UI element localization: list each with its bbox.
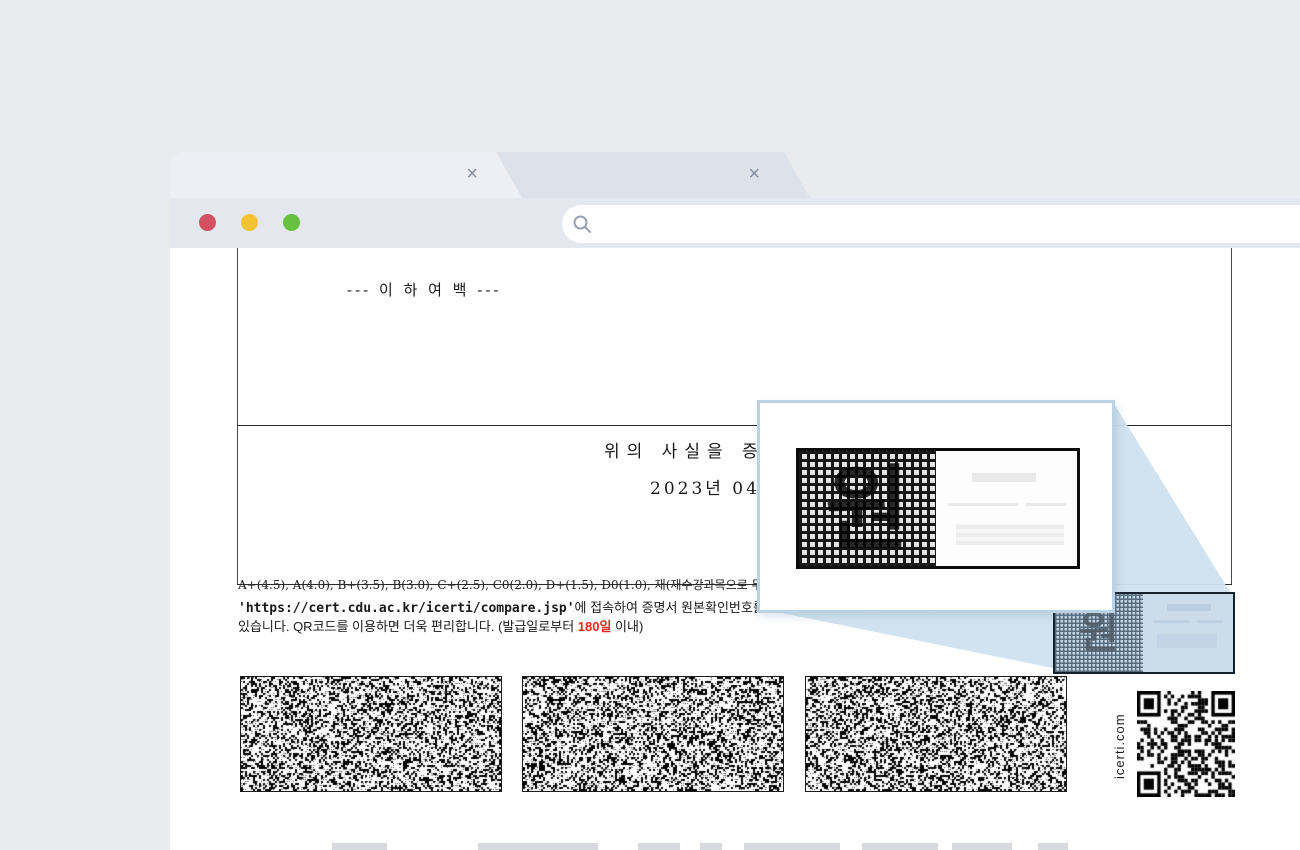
cropped-footer-text [332,843,387,850]
cropped-footer-text [638,843,680,850]
watermark-char: 원 [825,463,910,555]
browser-tab-active[interactable]: × [170,152,522,198]
cropped-footer-text [1038,843,1068,850]
verification-line2: 있습니다. QR코드를 이용하면 더욱 편리합니다. (발급일로부터 180일 … [238,618,1014,636]
verification-url: 'https://cert.cdu.ac.kr/icerti/compare.j… [238,601,575,616]
close-icon[interactable]: × [748,161,760,187]
browser-toolbar [170,198,1300,248]
address-bar-input[interactable] [562,205,1300,243]
window-close-button[interactable] [199,214,216,231]
anticopy-pattern-block [240,676,502,792]
cropped-footer-text [952,843,1012,850]
watermark-halftone-left: 원 [799,451,936,566]
watermark-ghost-right [1143,594,1233,672]
anticopy-pattern-block [522,676,784,792]
anticopy-noise [241,677,501,791]
cropped-footer-text [700,843,722,850]
anticopy-noise [806,677,1066,791]
anticopy-pattern-block [805,676,1067,792]
doc-border-right [1231,248,1232,585]
end-of-content-marker: --- 이 하 여 백 --- [347,279,501,300]
watermark-char: 원 [1079,611,1119,655]
qr-code-canvas [1137,691,1235,797]
doc-border-left [237,248,238,585]
watermark-zoomed: 원 [796,448,1080,569]
qr-caption: icerti.com [1112,692,1127,800]
cropped-footer-text [744,843,840,850]
window-maximize-button[interactable] [283,214,300,231]
magnifier-zoom-box: 원 [757,400,1115,613]
window-minimize-button[interactable] [241,214,258,231]
watermark-ghost-right [936,451,1077,566]
search-icon [572,214,592,234]
qr-code [1134,688,1238,804]
anticopy-noise [523,677,783,791]
close-icon[interactable]: × [466,161,478,187]
validity-days: 180일 [578,619,612,634]
cropped-footer-text [862,843,938,850]
screenshot-root: × × --- 이 하 여 백 --- 위의 사실을 증명합니다. 2023년 … [0,0,1300,850]
cropped-footer-text [478,843,598,850]
